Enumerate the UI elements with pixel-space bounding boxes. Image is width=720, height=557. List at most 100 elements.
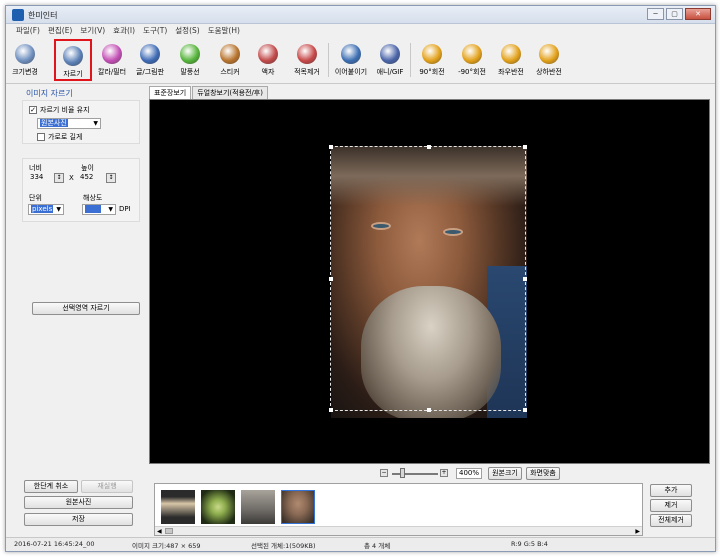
ratio-group: ✓ 자르기 비율 유지 원본사진 ▼ 가로로 길게 [22, 100, 140, 144]
status-rgb: R:9 G:5 B:4 [511, 540, 548, 548]
menu-effects[interactable]: 효과(I) [111, 24, 137, 38]
thumbnail-1[interactable] [161, 490, 195, 524]
crop-handle-r[interactable] [523, 277, 527, 281]
status-datetime: 2016-07-21 16:45:24_00 [14, 540, 95, 548]
crop-handle-t[interactable] [427, 145, 431, 149]
tool-rotate-right[interactable]: 90°회전 [414, 39, 450, 81]
scroll-right-icon[interactable]: ▶ [635, 528, 640, 535]
maximize-button[interactable]: ▢ [666, 8, 683, 20]
crop-panel-title: 이미지 자르기 [26, 89, 73, 98]
thumbnail-scrollbar[interactable]: ◀ ▶ [155, 526, 642, 535]
tab-standard-view[interactable]: 표준장보기 [149, 86, 192, 100]
minimize-button[interactable]: ─ [647, 8, 664, 20]
tool-color-filter[interactable]: 칼라/필터 [95, 39, 129, 81]
menu-view[interactable]: 보기(V) [78, 24, 107, 38]
redo-button[interactable]: 재실행 [81, 480, 133, 493]
tool-merge[interactable]: 이어붙이기 [332, 39, 370, 81]
original-photo-button[interactable]: 원본사진 [24, 496, 133, 509]
landscape-checkbox[interactable] [37, 133, 45, 141]
menu-settings[interactable]: 설정(S) [173, 24, 201, 38]
unit-select-value: pixels [31, 205, 54, 213]
flip-horizontal-icon [501, 44, 521, 64]
landscape-label: 가로로 길게 [48, 133, 83, 141]
speech-bubble-icon [180, 44, 200, 64]
menu-edit[interactable]: 편집(E) [46, 24, 74, 38]
resolution-label: 해상도 [83, 194, 103, 202]
crop-selection-box[interactable] [329, 145, 527, 412]
text-draw-icon [140, 44, 160, 64]
tool-crop[interactable]: 자르기 [54, 39, 92, 81]
crop-icon [63, 46, 83, 66]
width-lock-icon[interactable]: ↕ [54, 173, 64, 183]
save-button[interactable]: 저장 [24, 513, 133, 526]
unit-select[interactable]: pixels ▼ [28, 204, 64, 215]
zoom-slider-thumb[interactable] [400, 468, 405, 478]
crop-panel: 이미지 자르기 ✓ 자르기 비율 유지 원본사진 ▼ 가로로 길게 너비 높이 … [14, 86, 144, 466]
window-title: 한미인터 [28, 11, 58, 20]
tool-animation[interactable]: 애니/GIF [372, 39, 408, 81]
remove-all-button[interactable]: 전체제거 [650, 514, 692, 527]
size-group: 너비 높이 334 ↕ X 452 ↕ 단위 해상도 pixels ▼ ▼ DP… [22, 158, 140, 222]
actual-size-button[interactable]: 원본크기 [488, 467, 522, 480]
times-label: X [69, 174, 74, 182]
resolution-select[interactable]: ▼ [82, 204, 116, 215]
ratio-select-value: 원본사진 [40, 119, 68, 127]
remove-button[interactable]: 제거 [650, 499, 692, 512]
tool-speech-bubble[interactable]: 말풍선 [172, 39, 208, 81]
width-label: 너비 [29, 164, 42, 172]
fit-to-screen-button[interactable]: 화면맞춤 [526, 467, 560, 480]
tool-frame[interactable]: 액자 [251, 39, 285, 81]
tool-sticker[interactable]: 스티커 [212, 39, 248, 81]
width-field[interactable]: 334 [28, 173, 54, 184]
menu-file[interactable]: 파일(F) [14, 24, 42, 38]
color-filter-icon [102, 44, 122, 64]
crop-handle-bl[interactable] [329, 408, 333, 412]
thumbnail-2[interactable] [201, 490, 235, 524]
zoom-in-icon[interactable]: + [440, 469, 448, 477]
tool-resize[interactable]: 크기변경 [10, 39, 40, 81]
crop-handle-l[interactable] [329, 277, 333, 281]
height-field[interactable]: 452 [78, 173, 104, 184]
scroll-left-icon[interactable]: ◀ [157, 528, 162, 535]
scroll-thumb[interactable] [165, 528, 173, 534]
crop-selection-button[interactable]: 선택영역 자르기 [32, 302, 140, 315]
close-button[interactable]: ✕ [685, 8, 711, 20]
menu-bar: 파일(F) 편집(E) 보기(V) 효과(I) 도구(T) 설정(S) 도움말(… [6, 24, 715, 38]
rotate-right-icon [422, 44, 442, 64]
crop-handle-tr[interactable] [523, 145, 527, 149]
red-eye-icon [297, 44, 317, 64]
tool-flip-vertical[interactable]: 상하반전 [530, 39, 568, 81]
app-icon [12, 9, 24, 21]
status-total: 총 4 개체 [364, 542, 391, 550]
zoom-slider[interactable] [392, 473, 438, 475]
tool-resize-label: 크기변경 [12, 68, 38, 76]
thumbnail-3[interactable] [241, 490, 275, 524]
frame-icon [258, 44, 278, 64]
resolution-select-value [85, 205, 101, 213]
height-label: 높이 [81, 164, 94, 172]
crop-handle-br[interactable] [523, 408, 527, 412]
crop-handle-tl[interactable] [329, 145, 333, 149]
tool-animation-label: 애니/GIF [376, 68, 404, 76]
title-bar: 한미인터 ─ ▢ ✕ [6, 6, 715, 24]
zoom-value-field[interactable]: 400% [456, 468, 482, 479]
height-lock-icon[interactable]: ↕ [106, 173, 116, 183]
add-button[interactable]: 추가 [650, 484, 692, 497]
keep-ratio-checkbox[interactable]: ✓ [29, 106, 37, 114]
crop-handle-b[interactable] [427, 408, 431, 412]
menu-help[interactable]: 도움말(H) [206, 24, 242, 38]
chevron-down-icon: ▼ [93, 120, 98, 127]
undo-button[interactable]: 한단계 취소 [24, 480, 78, 493]
menu-tools[interactable]: 도구(T) [141, 24, 169, 38]
zoom-out-icon[interactable]: − [380, 469, 388, 477]
tab-dual-view[interactable]: 듀얼창보기(적용전/후) [192, 86, 268, 99]
thumbnail-4[interactable] [281, 490, 315, 524]
sticker-icon [220, 44, 240, 64]
status-selected: 선택된 개체:1(509KB) [251, 542, 316, 550]
dpi-label: DPI [119, 205, 131, 213]
ratio-select[interactable]: 원본사진 ▼ [37, 118, 101, 129]
tool-text-draw[interactable]: 글/그림판 [132, 39, 168, 81]
image-canvas[interactable] [149, 99, 710, 464]
tool-red-eye[interactable]: 적목제거 [288, 39, 326, 81]
chevron-down-icon: ▼ [56, 206, 61, 213]
